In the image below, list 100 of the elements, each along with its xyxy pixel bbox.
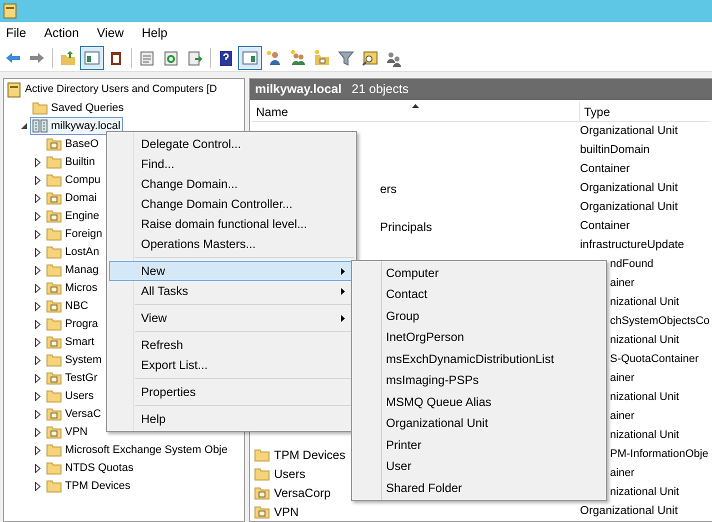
menu-item[interactable]: Properties xyxy=(109,382,354,402)
type-cell-text: nizational Unit xyxy=(610,295,680,310)
name-cell-text: TPM Devices xyxy=(274,446,346,464)
menu-item[interactable]: User xyxy=(352,456,606,477)
menu-item[interactable]: Help xyxy=(109,409,354,429)
folder-icon xyxy=(46,478,62,494)
tree-item[interactable]: Manag xyxy=(44,261,102,279)
type-cell-text: Organizational Unit xyxy=(580,504,678,519)
menu-item[interactable]: Help xyxy=(142,24,168,42)
menu-item[interactable]: Organizational Unit xyxy=(352,412,606,434)
type-cell-text: Organizational Unit xyxy=(580,180,678,196)
sort-arrow-icon xyxy=(412,104,419,108)
menu-item[interactable]: MSMQ Queue Alias xyxy=(352,391,606,412)
type-cell-text: nizational Unit xyxy=(610,390,680,406)
menu-item[interactable]: Refresh xyxy=(109,335,354,355)
tree-item[interactable]: TPM Devices xyxy=(44,477,134,495)
folder-icon xyxy=(46,460,62,476)
folder-icon xyxy=(46,244,62,260)
ou-folder-icon xyxy=(46,190,62,206)
tree-item[interactable]: Compu xyxy=(44,171,104,189)
ou-folder-icon xyxy=(46,298,62,314)
menu-item[interactable]: msExchDynamicDistributionList xyxy=(352,348,606,370)
menu-item[interactable]: Printer xyxy=(352,434,606,456)
menu-item[interactable]: Operations Masters... xyxy=(109,234,354,254)
type-cell-text: Container xyxy=(580,218,630,234)
menu-item[interactable]: Delegate Control... xyxy=(109,134,354,154)
object-count: 21 objects xyxy=(352,81,409,98)
folder-icon xyxy=(46,352,62,368)
folder-icon xyxy=(46,442,62,458)
menu-item[interactable]: All Tasks xyxy=(109,281,354,301)
type-cell-text: infrastructureUpdate xyxy=(580,238,684,253)
type-cell-text: chSystemObjectsCo xyxy=(610,314,710,330)
folder-icon xyxy=(46,226,62,242)
tree-item[interactable]: TestGr xyxy=(44,369,100,387)
menu-item[interactable]: New xyxy=(109,261,354,281)
tree-item[interactable]: Foreign xyxy=(44,225,106,243)
ou-folder-icon xyxy=(46,424,62,440)
column-header[interactable]: Type xyxy=(580,102,710,121)
column-header[interactable]: Name xyxy=(252,102,580,121)
type-cell-text: PM-InformationObje xyxy=(610,447,708,462)
tree-item[interactable]: BaseO xyxy=(44,135,102,153)
submenu-arrow-icon xyxy=(341,314,345,322)
tree-item[interactable]: LostAn xyxy=(44,243,102,261)
folder-icon xyxy=(46,172,62,188)
tree-item[interactable]: Saved Queries xyxy=(30,99,127,117)
menu-item[interactable]: View xyxy=(109,308,354,328)
tree-item[interactable]: NBC xyxy=(44,297,92,315)
tree-item[interactable]: Progra xyxy=(44,315,102,333)
menu-item[interactable]: Change Domain Controller... xyxy=(109,194,354,214)
console-icon xyxy=(2,3,18,19)
tree-item[interactable]: Active Directory Users and Computers [D xyxy=(4,81,220,99)
type-cell-text: Container xyxy=(580,162,630,177)
menu-item[interactable]: Computer xyxy=(352,262,606,284)
ou-folder-icon xyxy=(46,208,62,224)
type-cell-text: ainer xyxy=(610,466,634,482)
tree-item[interactable]: milkyway.local xyxy=(30,117,124,135)
tree-item[interactable]: Builtin xyxy=(44,153,98,171)
menu-item[interactable]: Group xyxy=(352,305,606,326)
menu-item[interactable]: Raise domain functional level... xyxy=(109,214,354,234)
ou-folder-icon xyxy=(46,136,62,152)
menu-item[interactable]: Change Domain... xyxy=(109,174,354,194)
tree-item[interactable]: VPN xyxy=(44,423,91,441)
folder-icon xyxy=(46,262,62,278)
tree-item[interactable]: Microsoft Exchange System Obje xyxy=(44,441,231,459)
tree-item[interactable]: NTDS Quotas xyxy=(44,459,136,477)
folder-icon xyxy=(254,466,270,482)
type-cell-text: ainer xyxy=(610,276,634,292)
menu-item[interactable]: Contact xyxy=(352,284,606,305)
tree-item[interactable]: Engine xyxy=(44,207,102,225)
action-pane-icon[interactable] xyxy=(238,46,262,70)
type-cell-text: nizational Unit xyxy=(610,428,680,444)
tree-item[interactable]: Users xyxy=(44,387,97,405)
menu-item[interactable]: Action xyxy=(44,24,79,42)
tree-item[interactable]: VersaC xyxy=(44,405,104,423)
tree-item[interactable]: System xyxy=(44,351,105,369)
ou-folder-icon xyxy=(254,504,270,520)
type-cell-text: Organizational Unit xyxy=(580,124,678,139)
pane-title: milkyway.local xyxy=(255,81,342,98)
folder-icon xyxy=(254,446,270,462)
tree-item[interactable]: Micros xyxy=(44,279,100,297)
menu-item[interactable]: msImaging-PSPs xyxy=(352,370,606,391)
console-icon xyxy=(6,82,22,98)
type-cell-text: nizational Unit xyxy=(610,485,680,500)
folder-icon xyxy=(46,316,62,332)
type-cell-text: builtinDomain xyxy=(580,142,650,158)
tree-item[interactable]: Smart xyxy=(44,333,98,351)
tree-item[interactable]: Domai xyxy=(44,189,100,207)
menu-item[interactable]: Find... xyxy=(109,154,354,174)
name-cell-text: ers xyxy=(380,180,397,198)
domain-icon xyxy=(32,118,48,134)
menu-item[interactable]: View xyxy=(96,24,124,42)
ou-folder-icon xyxy=(46,280,62,296)
menu-item[interactable]: InetOrgPerson xyxy=(352,326,606,348)
ou-folder-icon xyxy=(46,406,62,422)
menu-item[interactable]: File xyxy=(6,24,26,42)
tree-pane-icon[interactable] xyxy=(80,46,104,70)
collapse-arrow-icon[interactable] xyxy=(20,122,28,130)
type-cell-text: ndFound xyxy=(610,257,654,272)
menu-item[interactable]: Export List... xyxy=(109,355,354,375)
menu-item[interactable]: Shared Folder xyxy=(352,477,606,498)
